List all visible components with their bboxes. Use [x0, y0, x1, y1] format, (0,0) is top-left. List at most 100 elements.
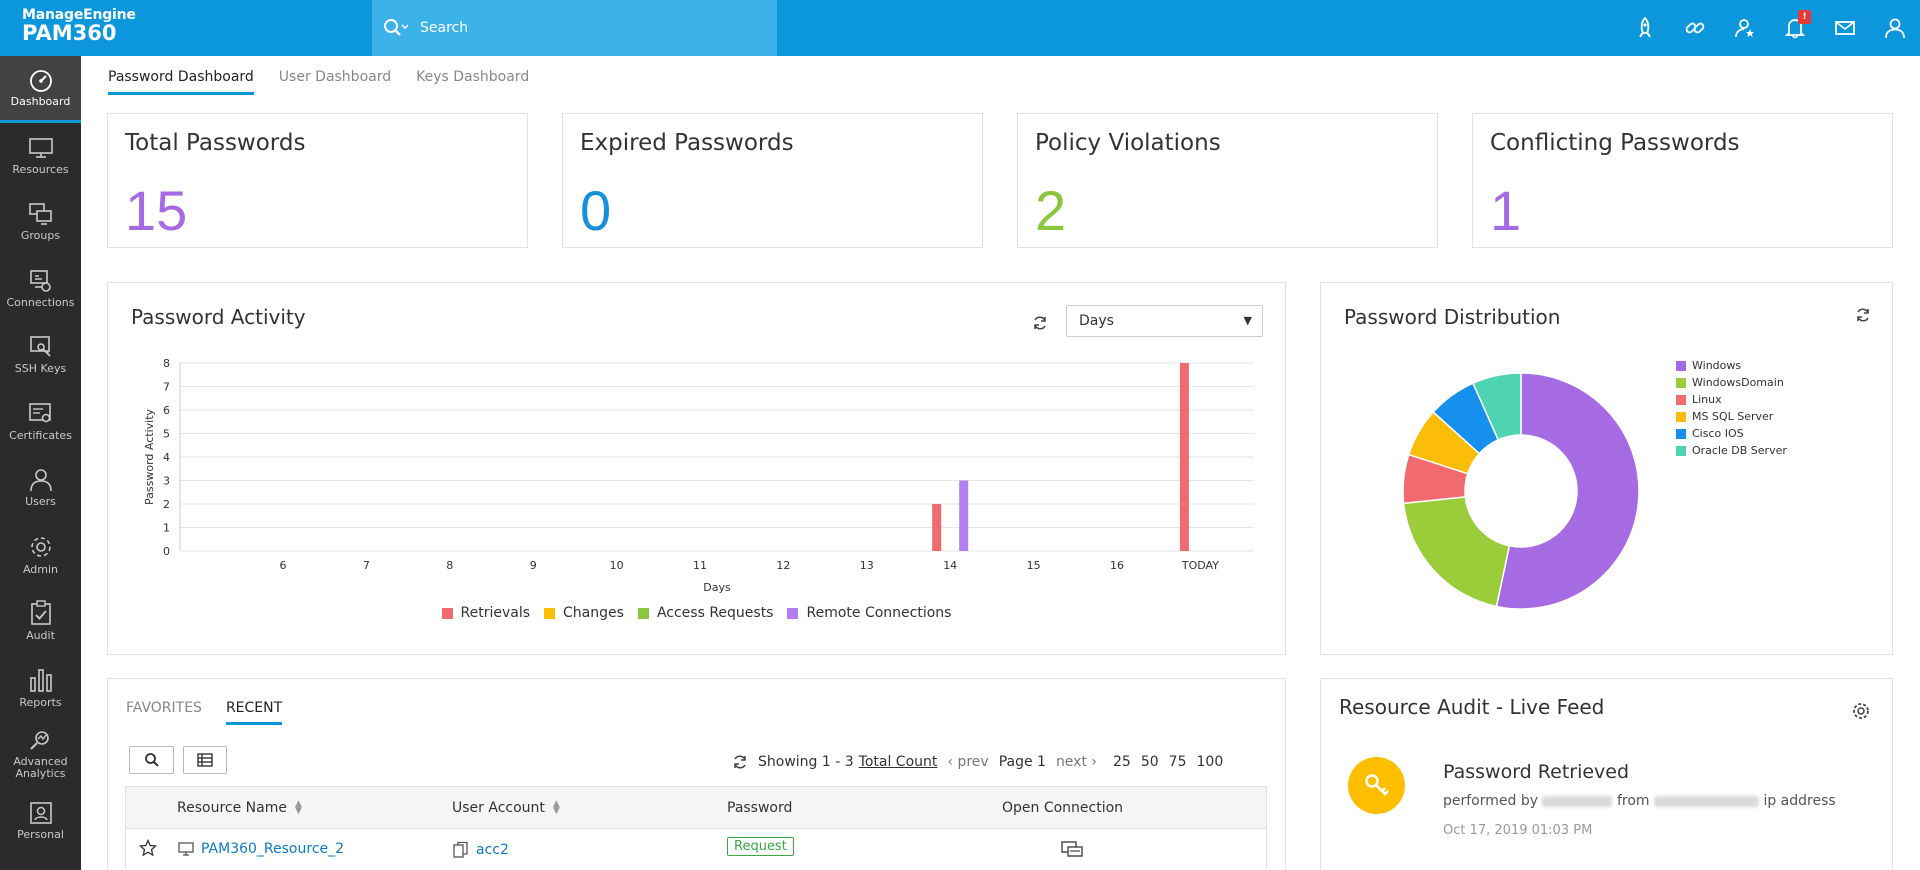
page-size-25[interactable]: 25 — [1113, 754, 1131, 770]
next-page-button[interactable]: next › — [1056, 754, 1097, 770]
favorite-star-icon[interactable] — [139, 839, 157, 857]
legend-item[interactable]: Access Requests — [637, 605, 773, 621]
legend-item[interactable]: Cisco IOS — [1676, 425, 1787, 442]
page-size-50[interactable]: 50 — [1141, 754, 1159, 770]
sidebar-item-personal[interactable]: Personal — [0, 788, 81, 855]
monitor-icon — [178, 842, 194, 856]
x-axis-label: Days — [703, 581, 731, 594]
legend-swatch — [441, 607, 453, 619]
bar — [959, 480, 969, 551]
tab-keys-dashboard[interactable]: Keys Dashboard — [416, 69, 529, 95]
legend-label: MS SQL Server — [1692, 410, 1774, 423]
y-tick-label: 5 — [163, 428, 170, 441]
stat-label: Expired Passwords — [580, 130, 794, 156]
user-account-link[interactable]: acc2 — [476, 842, 509, 858]
brand-logo[interactable]: ManageEngine PAM360 — [0, 0, 372, 56]
recent-resources-panel: FAVORITES RECENT Showing 1 - 3 Total Cou… — [107, 678, 1286, 870]
analytics-icon — [29, 731, 49, 750]
sidebar-item-groups[interactable]: Groups — [0, 189, 81, 256]
x-tick-label: 13 — [860, 559, 874, 572]
total-count-link[interactable]: Total Count — [859, 754, 938, 770]
current-page: Page 1 — [998, 754, 1046, 770]
sort-icon[interactable]: ▲ ▼ — [295, 800, 302, 816]
sidebar-item-admin[interactable]: Admin — [0, 522, 81, 589]
legend-item[interactable]: MS SQL Server — [1676, 408, 1787, 425]
personal-icon — [29, 801, 52, 824]
legend-item[interactable]: Linux — [1676, 391, 1787, 408]
sidebar-item-certificates[interactable]: Certificates — [0, 389, 81, 456]
rocket-icon[interactable] — [1620, 0, 1670, 56]
request-password-button[interactable]: Request — [727, 837, 794, 856]
y-tick-label: 2 — [163, 498, 170, 511]
sidebar-item-resources[interactable]: Resources — [0, 123, 81, 190]
column-open-connection: Open Connection — [1002, 800, 1123, 816]
sidebar-item-users[interactable]: Users — [0, 455, 81, 522]
monitor-icon — [28, 137, 53, 158]
sidebar-item-dashboard[interactable]: Dashboard — [0, 56, 81, 123]
refresh-icon[interactable] — [732, 754, 748, 770]
search-icon[interactable] — [382, 17, 408, 39]
bar — [1179, 363, 1189, 551]
certificate-icon — [28, 402, 51, 423]
mail-icon[interactable] — [1820, 0, 1870, 56]
refresh-icon[interactable] — [1855, 307, 1871, 323]
sidebar-item-audit[interactable]: Audit — [0, 588, 81, 655]
page-size-75[interactable]: 75 — [1169, 754, 1187, 770]
link-icon[interactable] — [1670, 0, 1720, 56]
open-connection-cell — [1060, 839, 1084, 859]
sidebar-item-advanced-analytics[interactable]: Advanced Analytics — [0, 721, 81, 788]
sidebar-item-label: Connections — [6, 295, 75, 309]
stat-card-policy-violations[interactable]: Policy Violations 2 — [1017, 113, 1438, 248]
table-header: Resource Name ▲ ▼ User Account ▲ ▼ Password … — [125, 786, 1267, 829]
search-button[interactable] — [129, 746, 174, 774]
copy-icon[interactable] — [452, 841, 470, 859]
profile-icon[interactable] — [1870, 0, 1920, 56]
bell-icon[interactable]: ! — [1770, 0, 1820, 56]
remote-connection-icon[interactable] — [1060, 839, 1084, 859]
refresh-icon[interactable] — [1032, 315, 1048, 331]
legend-item[interactable]: Oracle DB Server — [1676, 442, 1787, 459]
x-tick-label: 7 — [363, 559, 370, 572]
bar — [932, 504, 942, 551]
resource-name-link[interactable]: PAM360_Resource_2 — [201, 841, 344, 857]
sidebar-item-ssh-keys[interactable]: SSH Keys — [0, 322, 81, 389]
page-size-100[interactable]: 100 — [1197, 754, 1224, 770]
feed-item-description: performed by from ip address — [1443, 793, 1836, 809]
password-distribution-chart — [1402, 372, 1640, 610]
gear-icon[interactable] — [1851, 701, 1871, 721]
sort-icon[interactable]: ▲ ▼ — [553, 800, 560, 816]
legend-item[interactable]: Changes — [544, 605, 624, 621]
stat-card-total-passwords[interactable]: Total Passwords 15 — [107, 113, 528, 248]
sidebar-item-label: Audit — [26, 629, 55, 643]
legend-item[interactable]: WindowsDomain — [1676, 374, 1787, 391]
legend-swatch — [1676, 377, 1686, 388]
tab-favorites[interactable]: FAVORITES — [126, 700, 202, 725]
legend-label: Changes — [563, 605, 624, 621]
y-tick-label: 4 — [163, 451, 170, 464]
sidebar-item-reports[interactable]: Reports — [0, 655, 81, 722]
column-chooser-button[interactable] — [183, 746, 227, 774]
tab-user-dashboard[interactable]: User Dashboard — [279, 69, 391, 95]
legend-item[interactable]: Retrievals — [441, 605, 530, 621]
prev-page-button[interactable]: ‹ prev — [947, 754, 988, 770]
column-resource-name[interactable]: Resource Name ▲ ▼ — [177, 800, 302, 817]
user-account-cell: acc2 — [452, 841, 509, 859]
column-user-account[interactable]: User Account ▲ ▼ — [452, 800, 560, 817]
tab-password-dashboard[interactable]: Password Dashboard — [108, 69, 254, 95]
password-activity-panel: Password Activity Days ▼ 0 1 2 3 4 5 6 7 8 Passwo… — [107, 282, 1286, 655]
legend-swatch — [1676, 360, 1686, 371]
stat-card-conflicting-passwords[interactable]: Conflicting Passwords 1 — [1472, 113, 1893, 248]
sidebar-item-connections[interactable]: Connections — [0, 256, 81, 323]
x-tick-label: 9 — [530, 559, 537, 572]
stat-card-expired-passwords[interactable]: Expired Passwords 0 — [562, 113, 983, 248]
tab-recent[interactable]: RECENT — [225, 700, 283, 725]
legend-swatch — [1676, 394, 1686, 405]
range-select[interactable]: Days ▼ — [1066, 305, 1263, 337]
search-input[interactable] — [420, 20, 750, 36]
search-bar[interactable] — [372, 0, 777, 56]
user-star-icon[interactable] — [1720, 0, 1770, 56]
legend-item[interactable]: Remote Connections — [787, 605, 951, 621]
legend-label: WindowsDomain — [1692, 376, 1784, 389]
legend-item[interactable]: Windows — [1676, 357, 1787, 374]
sidebar: Dashboard Resources Groups Connections S… — [0, 56, 81, 870]
